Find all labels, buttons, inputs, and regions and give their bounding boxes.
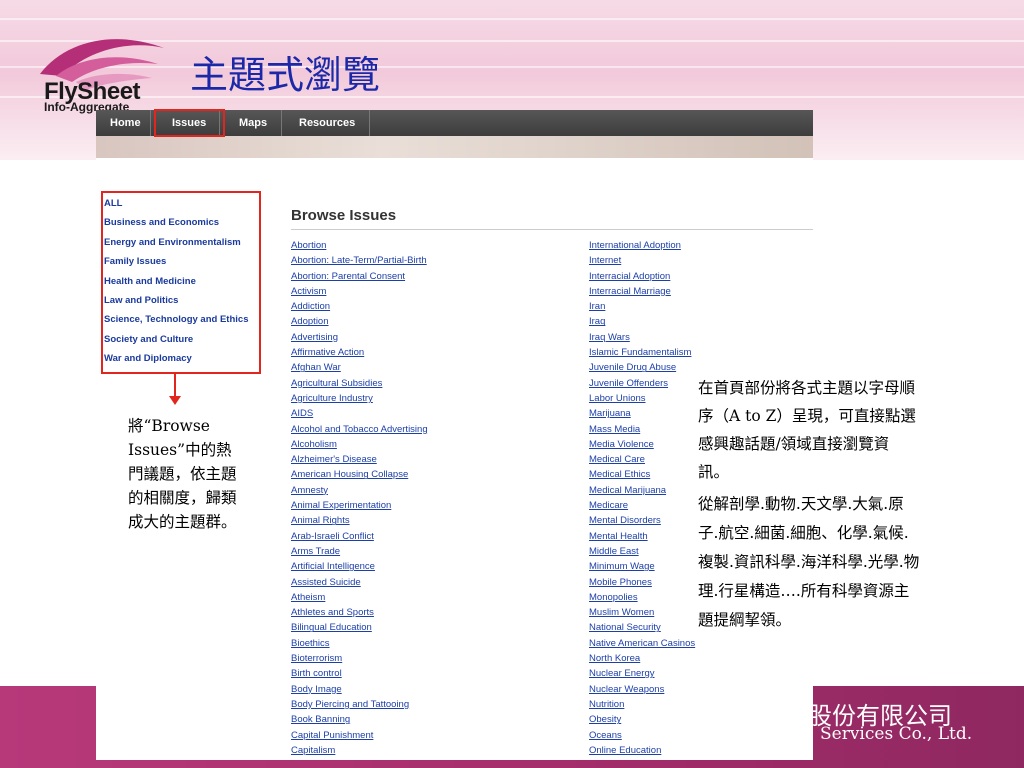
issue-link[interactable]: Mobile Phones xyxy=(589,577,695,592)
issue-link[interactable]: Body Image xyxy=(291,684,428,699)
issue-link[interactable]: Nuclear Energy xyxy=(589,668,695,683)
issue-link[interactable]: Labor Unions xyxy=(589,393,695,408)
arrow-head-icon xyxy=(169,396,181,405)
issue-link[interactable]: Agricultural Subsidies xyxy=(291,378,428,393)
issue-link[interactable]: Book Banning xyxy=(291,714,428,729)
issue-link[interactable]: Middle East xyxy=(589,546,695,561)
issue-link[interactable]: Medicare xyxy=(589,500,695,515)
issue-link[interactable]: Artificial Intelligence xyxy=(291,561,428,576)
issue-link[interactable]: Affirmative Action xyxy=(291,347,428,362)
header-image-band xyxy=(96,136,813,158)
issue-link[interactable]: Adoption xyxy=(291,316,428,331)
issue-link[interactable]: Abortion xyxy=(291,240,428,255)
issue-link[interactable]: Assisted Suicide xyxy=(291,577,428,592)
slide-title: 主題式瀏覽 xyxy=(190,53,381,97)
browse-issues-heading: Browse Issues xyxy=(291,207,397,224)
issues-column-2: International Adoption Internet Interracia… xyxy=(589,240,695,760)
issue-link[interactable]: Bilingual Education xyxy=(291,622,428,637)
issue-link[interactable]: Mental Health xyxy=(589,531,695,546)
issue-link[interactable]: Alzheimer's Disease xyxy=(291,454,428,469)
issue-link[interactable]: Amnesty xyxy=(291,485,428,500)
issues-column-1: Abortion Abortion: Late-Term/Partial-Birt… xyxy=(291,240,428,760)
issue-link[interactable]: Online Education xyxy=(589,745,695,760)
issue-link[interactable]: Athletes and Sports xyxy=(291,607,428,622)
issue-link[interactable]: AIDS xyxy=(291,408,428,423)
issue-link[interactable]: Iran xyxy=(589,301,695,316)
issue-link[interactable]: Nutrition xyxy=(589,699,695,714)
issue-link[interactable]: Addiction xyxy=(291,301,428,316)
nav-home[interactable]: Home xyxy=(96,110,151,136)
issue-link[interactable]: Mass Media xyxy=(589,424,695,439)
issue-link[interactable]: Medical Ethics xyxy=(589,469,695,484)
issue-link[interactable]: Obesity xyxy=(589,714,695,729)
issue-link[interactable]: Activism xyxy=(291,286,428,301)
issue-link[interactable]: Mental Disorders xyxy=(589,515,695,530)
issue-link[interactable]: Nuclear Weapons xyxy=(589,684,695,699)
footer-company-en: Services Co., Ltd. xyxy=(820,724,973,744)
description-paragraph-1: 在首頁部份將各式主題以字母順序（A to Z）呈現，可直接點選感興趣話題/領域直… xyxy=(698,379,916,481)
issue-link[interactable]: Animal Experimentation xyxy=(291,500,428,515)
issue-link[interactable]: Native American Casinos xyxy=(589,638,695,653)
description-paragraph-2: 從解剖學.動物.天文學.大氣.原子.航空.細菌.細胞、化學.氣候.複製.資訊科學… xyxy=(698,495,920,629)
issue-link[interactable]: Iraq Wars xyxy=(589,332,695,347)
issue-link[interactable]: National Security xyxy=(589,622,695,637)
issue-link[interactable]: Minimum Wage xyxy=(589,561,695,576)
arrow-down-icon xyxy=(174,374,176,398)
issue-link[interactable]: Atheism xyxy=(291,592,428,607)
issue-link[interactable]: Monopolies xyxy=(589,592,695,607)
issue-link[interactable]: Body Piercing and Tattooing xyxy=(291,699,428,714)
issue-link[interactable]: Alcohol and Tobacco Advertising xyxy=(291,424,428,439)
categories-highlight-box xyxy=(101,191,261,374)
issue-link[interactable]: Animal Rights xyxy=(291,515,428,530)
issue-link[interactable]: Arms Trade xyxy=(291,546,428,561)
issue-link[interactable]: Iraq xyxy=(589,316,695,331)
issue-link[interactable]: North Korea xyxy=(589,653,695,668)
issue-link[interactable]: Arab-Israeli Conflict xyxy=(291,531,428,546)
issue-link[interactable]: Interracial Marriage xyxy=(589,286,695,301)
issue-link[interactable]: Bioterrorism xyxy=(291,653,428,668)
issue-link[interactable]: Media Violence xyxy=(589,439,695,454)
issue-link[interactable]: Abortion: Late-Term/Partial-Birth xyxy=(291,255,428,270)
issue-link[interactable]: Bioethics xyxy=(291,638,428,653)
issue-link[interactable]: Juvenile Drug Abuse xyxy=(589,362,695,377)
issue-link[interactable]: Marijuana xyxy=(589,408,695,423)
issue-link[interactable]: Oceans xyxy=(589,730,695,745)
issue-link[interactable]: Interracial Adoption xyxy=(589,271,695,286)
issue-link[interactable]: Internet xyxy=(589,255,695,270)
issue-link[interactable]: American Housing Collapse xyxy=(291,469,428,484)
issue-link[interactable]: Medical Care xyxy=(589,454,695,469)
heading-divider xyxy=(291,229,813,230)
issue-link[interactable]: Juvenile Offenders xyxy=(589,378,695,393)
issue-link[interactable]: Agriculture Industry xyxy=(291,393,428,408)
issue-link[interactable]: Advertising xyxy=(291,332,428,347)
nav-resources[interactable]: Resources xyxy=(285,110,370,136)
issue-link[interactable]: Birth control xyxy=(291,668,428,683)
annotation-note: 將“Browse Issues”中的熱門議題，依主題的相關度，歸類成大的主題群。 xyxy=(128,417,237,531)
issue-link[interactable]: Afghan War xyxy=(291,362,428,377)
issue-link[interactable]: Capitalism xyxy=(291,745,428,760)
issue-link[interactable]: Islamic Fundamentalism xyxy=(589,347,695,362)
issue-link[interactable]: International Adoption xyxy=(589,240,695,255)
issue-link[interactable]: Muslim Women xyxy=(589,607,695,622)
issues-highlight-box xyxy=(154,109,225,137)
issue-link[interactable]: Medical Marijuana xyxy=(589,485,695,500)
issue-link[interactable]: Capital Punishment xyxy=(291,730,428,745)
issue-link[interactable]: Abortion: Parental Consent xyxy=(291,271,428,286)
issue-link[interactable]: Alcoholism xyxy=(291,439,428,454)
nav-maps[interactable]: Maps xyxy=(225,110,282,136)
description-box: 在首頁部份將各式主題以字母順序（A to Z）呈現，可直接點選感興趣話題/領域直… xyxy=(698,374,920,637)
